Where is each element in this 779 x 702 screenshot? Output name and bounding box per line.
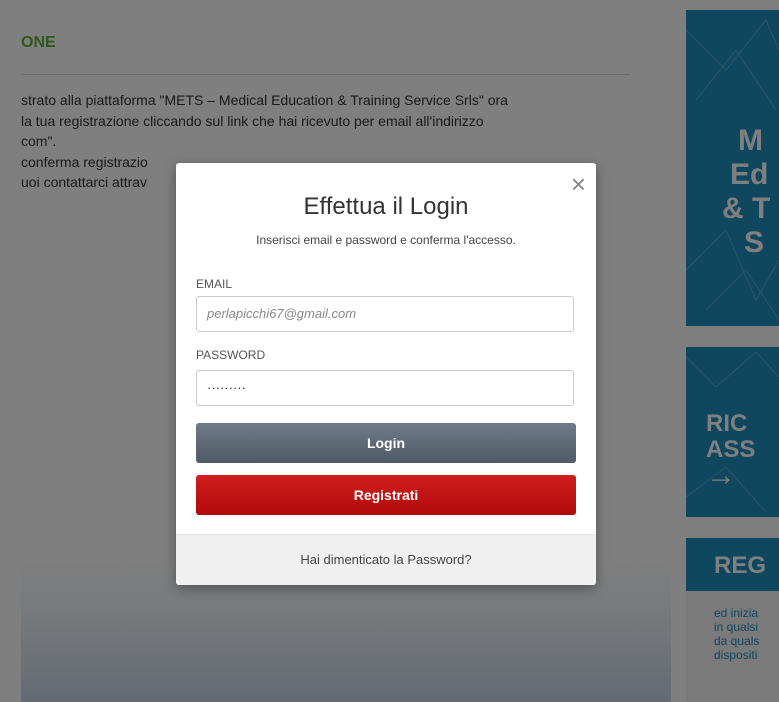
login-button[interactable]: Login xyxy=(196,423,576,463)
password-label: PASSWORD xyxy=(196,348,266,362)
modal-title: Effettua il Login xyxy=(303,193,469,220)
login-modal: × Effettua il Login Inserisci email e pa… xyxy=(176,163,596,585)
modal-subtitle: Inserisci email e password e conferma l'… xyxy=(256,233,516,247)
register-button[interactable]: Registrati xyxy=(196,475,576,515)
forgot-password-link[interactable]: Hai dimenticato la Password? xyxy=(176,534,596,585)
password-field[interactable]: ········· xyxy=(196,370,574,406)
email-label: EMAIL xyxy=(196,277,233,291)
email-field[interactable]: perlapicchi67@gmail.com xyxy=(196,296,574,332)
